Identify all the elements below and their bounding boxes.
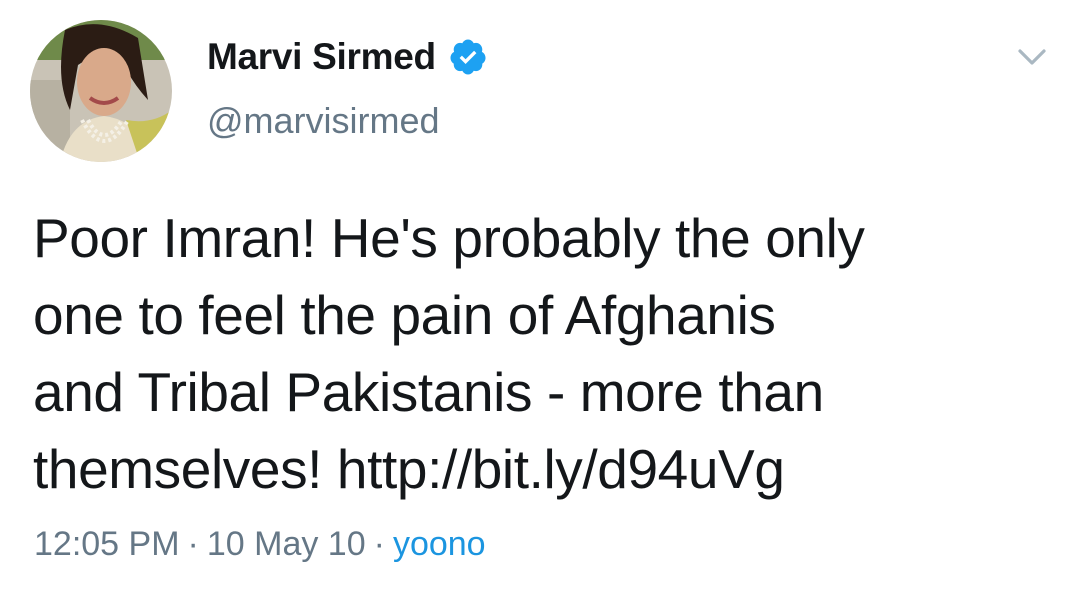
tweet-text-line: and Tribal Pakistanis - more than [33, 361, 824, 423]
meta-separator: · [187, 525, 199, 563]
avatar[interactable] [30, 20, 172, 162]
author-display-name[interactable]: Marvi Sirmed [207, 36, 436, 78]
tweet-source-link[interactable]: yoono [393, 525, 486, 563]
meta-separator: · [373, 525, 385, 563]
avatar-image [30, 20, 172, 162]
tweet-time[interactable]: 12:05 PM [34, 525, 180, 563]
author-handle[interactable]: @marvisirmed [207, 100, 440, 142]
chevron-down-icon[interactable] [1014, 42, 1050, 72]
verified-badge-icon [448, 37, 488, 77]
tweet-text-line: one to feel the pain of Afghanis [33, 284, 776, 346]
author-name-row[interactable]: Marvi Sirmed [207, 32, 488, 82]
tweet-date[interactable]: 10 May 10 [207, 525, 366, 563]
tweet-text-line: Poor Imran! He's probably the only [33, 207, 865, 269]
tweet-text-line: themselves! http://bit.ly/d94uVg [33, 438, 785, 500]
tweet-meta: 12:05 PM · 10 May 10 · yoono [34, 525, 486, 564]
tweet-text: Poor Imran! He's probably the only one t… [33, 200, 1043, 508]
tweet-card: Marvi Sirmed @marvisirmed Poor Imran! He… [0, 0, 1080, 594]
